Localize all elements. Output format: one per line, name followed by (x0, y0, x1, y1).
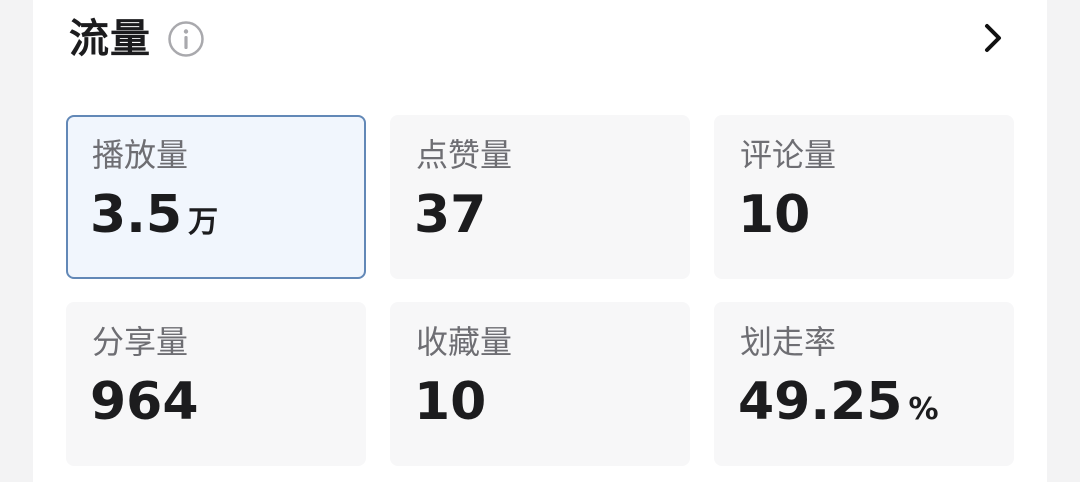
metric-label: 收藏量 (416, 323, 513, 361)
chevron-right-icon[interactable] (975, 18, 1011, 58)
metric-label: 评论量 (740, 136, 837, 174)
metric-label: 分享量 (92, 323, 189, 361)
metric-tile-favorites[interactable]: 收藏量 10 (390, 302, 690, 466)
metric-tile-swipe-rate[interactable]: 划走率 49.25% (714, 302, 1014, 466)
metric-value: 37 (414, 189, 486, 241)
info-icon[interactable] (167, 20, 205, 58)
metric-number: 49.25 (738, 372, 903, 432)
metric-unit: % (908, 392, 939, 427)
metric-number: 964 (90, 372, 199, 432)
card-header: 流量 (69, 14, 205, 64)
metric-number: 37 (414, 185, 487, 245)
traffic-card: 流量 播放量 3.5 万 点赞量 37 评论量 10 分享量 964 收藏量 10 (33, 0, 1047, 482)
metric-label: 划走率 (740, 323, 837, 361)
metric-label: 播放量 (92, 136, 189, 174)
metric-value: 3.5 万 (90, 189, 218, 241)
metric-value: 49.25% (738, 376, 939, 428)
card-title: 流量 (69, 16, 151, 62)
metric-number: 10 (414, 372, 487, 432)
metric-tile-comments[interactable]: 评论量 10 (714, 115, 1014, 279)
metric-tile-likes[interactable]: 点赞量 37 (390, 115, 690, 279)
metric-value: 10 (738, 189, 810, 241)
metric-tile-shares[interactable]: 分享量 964 (66, 302, 366, 466)
metric-value: 10 (414, 376, 486, 428)
metric-tile-plays[interactable]: 播放量 3.5 万 (66, 115, 366, 279)
metric-number: 3.5 (90, 185, 183, 245)
metric-number: 10 (738, 185, 811, 245)
metric-unit: 万 (188, 205, 219, 240)
metric-label: 点赞量 (416, 136, 513, 174)
metric-value: 964 (90, 376, 199, 428)
